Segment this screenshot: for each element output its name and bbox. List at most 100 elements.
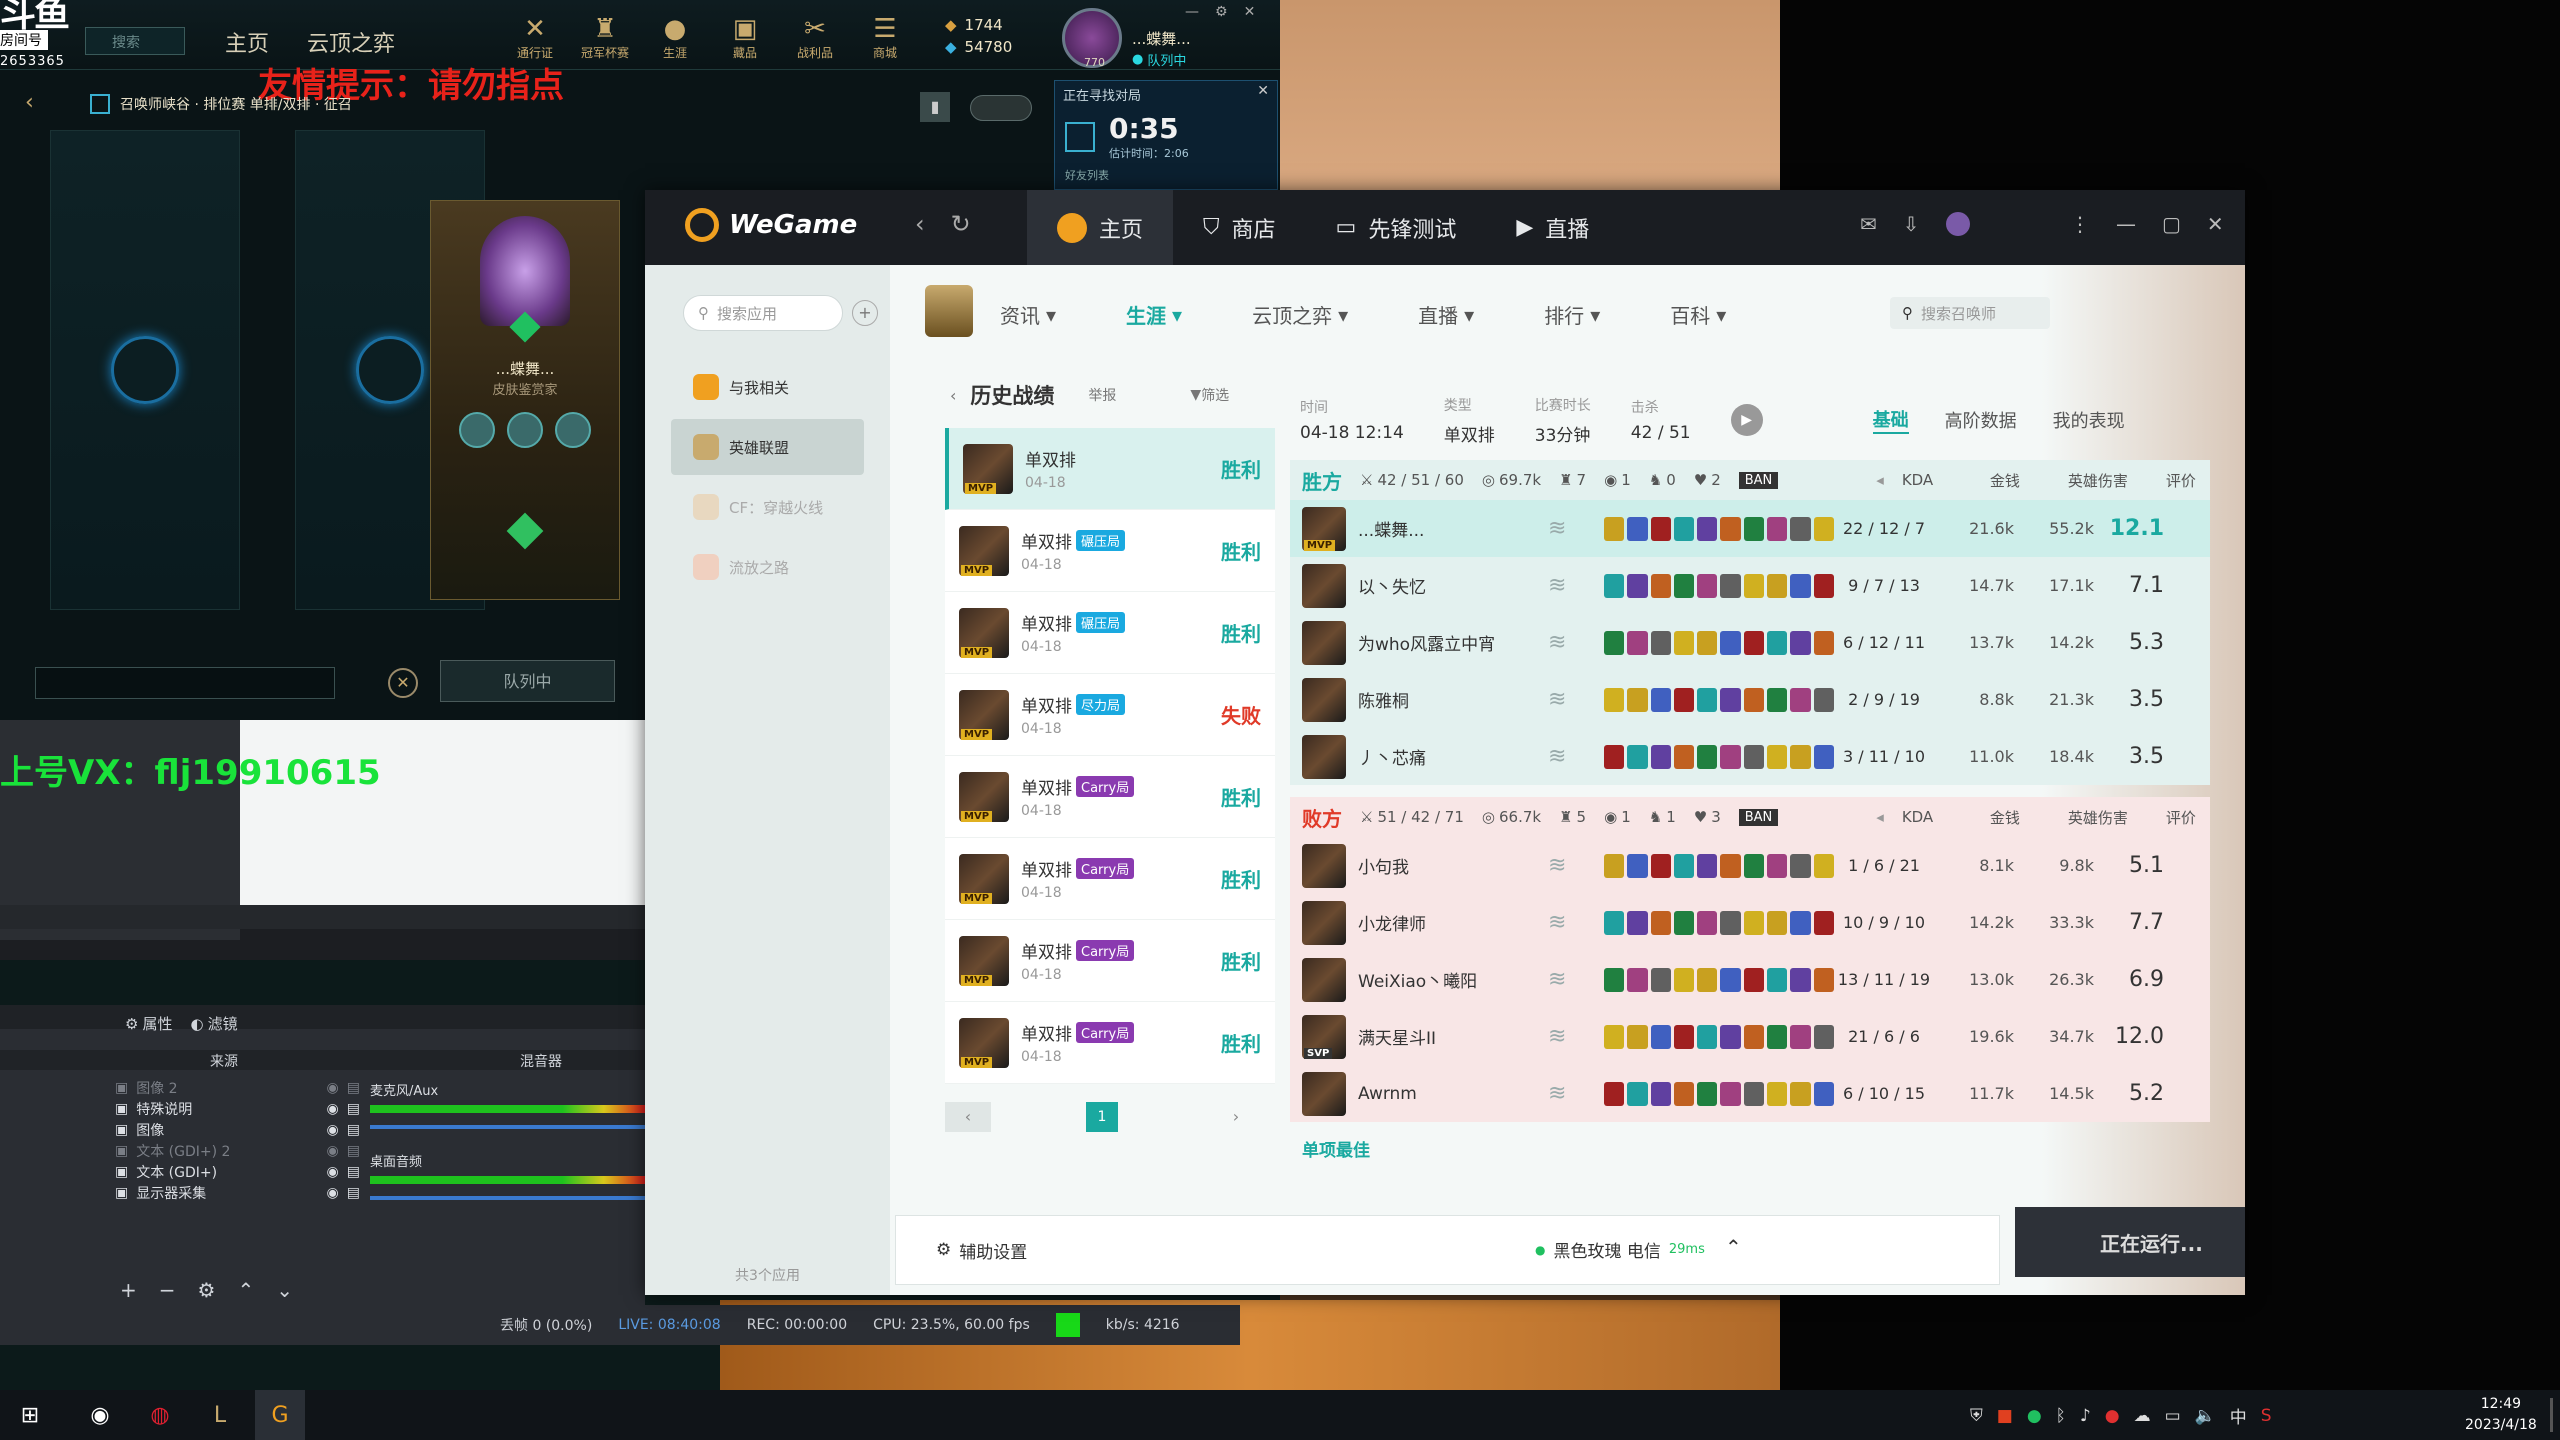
minimize-icon[interactable]: —: [2116, 212, 2136, 236]
sogou-icon[interactable]: S: [2261, 1406, 2272, 1426]
subnav-news[interactable]: 资讯 ▾: [1000, 300, 1056, 329]
source-item[interactable]: ▣ 图像 ◉ ▤: [115, 1119, 360, 1140]
replay-icon[interactable]: ▶: [1730, 404, 1763, 436]
sidebar-item-cf[interactable]: CF：穿越火线: [671, 479, 864, 535]
player-row[interactable]: 小句我 ≋ 1 / 6 / 21 8.1k 9.8k 5.1: [1290, 837, 2210, 894]
tab-filters[interactable]: ◐ 滤镜: [190, 1013, 237, 1034]
lock-icon[interactable]: ▤: [347, 1122, 360, 1138]
player-row[interactable]: WeiXiao丶曦阳 ≋ 13 / 11 / 19 13.0k 26.3k 6.9: [1290, 951, 2210, 1008]
report-link[interactable]: 举报: [1088, 385, 1116, 405]
history-item[interactable]: MVP 单双排 碾压局 04-18 胜利: [945, 510, 1275, 592]
wegame-taskbar-icon[interactable]: G: [255, 1390, 305, 1440]
network-icon[interactable]: ▭: [2165, 1406, 2181, 1426]
app-search-input[interactable]: ⚲ 搜索应用: [683, 295, 843, 331]
lol-search[interactable]: 搜索: [85, 27, 185, 55]
refresh-icon[interactable]: ↻: [951, 210, 971, 238]
prev-ban-icon[interactable]: ◂: [1876, 808, 1884, 826]
chevron-left-icon[interactable]: ‹: [950, 386, 956, 405]
move-down-icon[interactable]: ⌄: [276, 1278, 293, 1302]
ime-indicator[interactable]: 中: [2230, 1403, 2247, 1428]
player-name[interactable]: ...蝶舞...: [1358, 516, 1548, 541]
maximize-icon[interactable]: ▢: [2162, 212, 2181, 236]
toggle-switch[interactable]: [970, 95, 1032, 121]
mixer-desktop-slider[interactable]: [370, 1196, 645, 1200]
player-name[interactable]: 小龙律师: [1358, 910, 1548, 935]
tab-store[interactable]: ⛉ 商店: [1173, 190, 1306, 265]
source-settings-icon[interactable]: ⚙: [198, 1278, 216, 1302]
download-icon[interactable]: ⇩: [1903, 212, 1920, 236]
settings-icon[interactable]: ⚙: [1215, 4, 1228, 20]
clock[interactable]: 12:49 2023/4/18: [2465, 1394, 2537, 1436]
lol-nav-home[interactable]: 主页: [225, 26, 269, 58]
prev-ban-icon[interactable]: ◂: [1876, 471, 1884, 489]
tab-beta[interactable]: ▭ 先锋测试: [1306, 190, 1487, 265]
subnav-career[interactable]: 生涯 ▾: [1126, 300, 1182, 329]
collection-icon[interactable]: ▣ 藏品: [710, 14, 780, 61]
player-name[interactable]: 以丶失忆: [1358, 573, 1548, 598]
tab-live[interactable]: ▶ 直播: [1486, 190, 1619, 265]
lol-nav-tft[interactable]: 云顶之弈: [307, 26, 395, 58]
source-item[interactable]: ▣ 文本 (GDI+) ◉ ▤: [115, 1161, 360, 1182]
source-item[interactable]: ▣ 特殊说明 ◉ ▤: [115, 1098, 360, 1119]
tab-basic[interactable]: 基础: [1872, 406, 1909, 434]
eye-icon[interactable]: ◉: [327, 1143, 339, 1159]
shield-icon[interactable]: ⛨: [1970, 1406, 1983, 1426]
mic-icon[interactable]: ♪: [2080, 1406, 2091, 1426]
source-item[interactable]: ▣ 文本 (GDI+) 2 ◉ ▤: [115, 1140, 360, 1161]
back-icon[interactable]: ‹: [915, 210, 925, 238]
minimize-icon[interactable]: —: [1185, 4, 1199, 20]
subnav-wiki[interactable]: 百科 ▾: [1670, 300, 1726, 329]
user-avatar[interactable]: [1945, 212, 1970, 236]
subnav-tft[interactable]: 云顶之弈 ▾: [1252, 300, 1348, 329]
tab-properties[interactable]: ⚙ 属性: [125, 1013, 172, 1034]
windows-start-icon[interactable]: ⊞: [5, 1390, 55, 1440]
eye-icon[interactable]: ◉: [327, 1101, 339, 1117]
eye-icon[interactable]: ◉: [327, 1080, 339, 1096]
chat-input[interactable]: [35, 667, 335, 699]
history-item[interactable]: MVP 单双排 Carry局 04-18 胜利: [945, 1002, 1275, 1084]
history-item[interactable]: MVP 单双排 Carry局 04-18 胜利: [945, 920, 1275, 1002]
lock-icon[interactable]: ▤: [347, 1185, 360, 1201]
stats-icon[interactable]: ▮: [920, 92, 950, 122]
queue-button[interactable]: 队列中: [440, 660, 615, 702]
player-name[interactable]: Awrnm: [1358, 1084, 1548, 1104]
loot-icon[interactable]: ✂ 战利品: [780, 14, 850, 61]
add-source-icon[interactable]: +: [120, 1278, 137, 1302]
pass-icon[interactable]: ✕ 通行证: [500, 14, 570, 61]
subnav-rank[interactable]: 排行 ▾: [1544, 300, 1600, 329]
lock-icon[interactable]: ▤: [347, 1101, 360, 1117]
history-item[interactable]: MVP 单双排 Carry局 04-18 胜利: [945, 756, 1275, 838]
eye-icon[interactable]: ◉: [327, 1164, 339, 1180]
summoner-search-input[interactable]: ⚲ 搜索召唤师: [1890, 297, 2050, 329]
wechat-icon[interactable]: ●: [2027, 1406, 2042, 1426]
lol-taskbar-icon[interactable]: L: [195, 1390, 245, 1440]
single-best-title[interactable]: 单项最佳: [1290, 1122, 2210, 1175]
show-desktop-button[interactable]: [2550, 1398, 2553, 1432]
obs-icon[interactable]: ◉: [75, 1390, 125, 1440]
tab-home[interactable]: 主页: [1027, 190, 1174, 265]
assist-settings-button[interactable]: ⚙ 辅助设置: [895, 1215, 2000, 1285]
history-item[interactable]: MVP 单双排 Carry局 04-18 胜利: [945, 838, 1275, 920]
friend-list-label[interactable]: 好友列表: [1055, 165, 1277, 185]
page-prev-icon[interactable]: ‹: [945, 1102, 991, 1132]
player-name[interactable]: 为who风露立中宵: [1358, 630, 1548, 655]
trophy-icon[interactable]: ♜ 冠军杯赛: [570, 14, 640, 61]
remove-source-icon[interactable]: −: [159, 1278, 176, 1302]
player-row[interactable]: 为who风露立中宵 ≋ 6 / 12 / 11 13.7k 14.2k 5.3: [1290, 614, 2210, 671]
close-icon[interactable]: ✕: [1244, 4, 1256, 20]
player-name[interactable]: 丿丶芯痛: [1358, 744, 1548, 769]
player-row[interactable]: 小龙律师 ≋ 10 / 9 / 10 14.2k 33.3k 7.7: [1290, 894, 2210, 951]
player-row[interactable]: 以丶失忆 ≋ 9 / 7 / 13 14.7k 17.1k 7.1: [1290, 557, 2210, 614]
tab-my-performance[interactable]: 我的表现: [2053, 407, 2125, 433]
eye-icon[interactable]: ◉: [327, 1185, 339, 1201]
sidebar-item-related[interactable]: 与我相关: [671, 359, 864, 415]
player-name[interactable]: WeiXiao丶曦阳: [1358, 967, 1548, 992]
player-row[interactable]: 丿丶芯痛 ≋ 3 / 11 / 10 11.0k 18.4k 3.5: [1290, 728, 2210, 785]
history-item[interactable]: MVP 单双排 04-18 胜利: [945, 428, 1275, 510]
back-arrow-icon[interactable]: ‹: [25, 90, 34, 115]
sidebar-item-lol[interactable]: 英雄联盟: [671, 419, 864, 475]
move-up-icon[interactable]: ⌃: [237, 1278, 254, 1302]
player-name[interactable]: 满天星斗II: [1358, 1024, 1548, 1049]
history-item[interactable]: MVP 单双排 尽力局 04-18 失败: [945, 674, 1275, 756]
message-icon[interactable]: ✉: [1860, 212, 1877, 236]
